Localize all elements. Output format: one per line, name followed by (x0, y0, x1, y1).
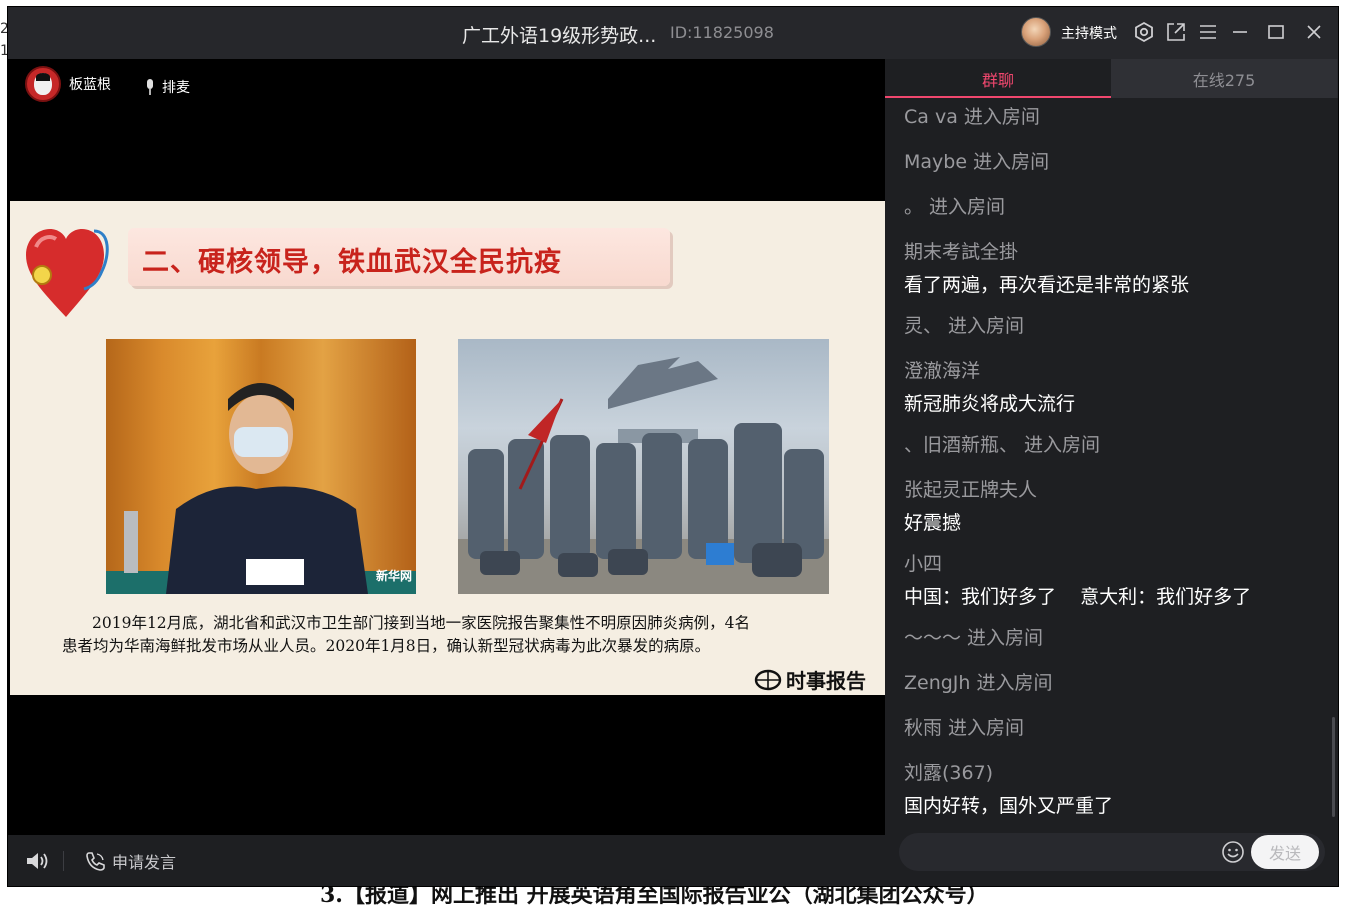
microphone-icon (147, 79, 153, 95)
chat-scrollbar[interactable] (1332, 717, 1335, 817)
chat-message-user: 。 进入房间 (904, 196, 1006, 218)
settings-icon[interactable] (1132, 20, 1156, 44)
chat-message-user: 刘露(367) (904, 762, 994, 784)
chat-message-user: 澄澈海洋 (904, 360, 981, 382)
chat-message-user: 、旧酒新瓶、 进入房间 (904, 434, 1101, 456)
slide-photo-meeting: 新华网 (106, 339, 416, 594)
slide-title: 二、硬核领导，铁血武汉全民抗疫 (142, 247, 562, 278)
chat-message-text: 看了两遍，再次看还是非常的紧张 (904, 274, 1190, 296)
chat-input-box: 发送 (899, 833, 1325, 871)
chat-message: ZengJh 进入房间 (904, 668, 1324, 695)
chat-message: 澄澈海洋 新冠肺炎将成大流行 (904, 356, 1324, 416)
menu-icon[interactable] (1196, 20, 1220, 44)
chat-input[interactable] (913, 839, 1213, 865)
chat-message: 、旧酒新瓶、 进入房间 (904, 430, 1324, 457)
popout-icon[interactable] (1164, 20, 1188, 44)
presentation-slide: 二、硬核领导，铁血武汉全民抗疫 新华网 2019年12月底，湖北省和武汉市卫生部… (10, 201, 885, 695)
chat-message: 期末考試全掛 看了两遍，再次看还是非常的紧张 (904, 237, 1324, 297)
chat-message: 。 进入房间 (904, 192, 1324, 219)
phone-icon (86, 852, 105, 871)
chat-message-text: 中国：我们好多了 意大利：我们好多了 (904, 586, 1252, 608)
chat-message-text: 国内好转，国外又严重了 (904, 795, 1114, 817)
chat-message: Maybe 进入房间 (904, 147, 1324, 174)
minimize-icon[interactable] (1228, 20, 1252, 44)
slide-title-box: 二、硬核领导，铁血武汉全民抗疫 (128, 228, 670, 286)
title-bar[interactable]: 广工外语19级形势政... ID:11825098 主持模式 (8, 7, 1338, 59)
chat-message-user: 灵、 进入房间 (904, 315, 1025, 337)
chat-panel: 群聊 在线275 Ca va 进入房间 Maybe 进入房间 。 进入房间 期末… (885, 59, 1338, 886)
tab-online[interactable]: 在线275 (1111, 59, 1337, 98)
control-divider (63, 851, 64, 871)
chat-message: 秋雨 进入房间 (904, 713, 1324, 740)
chat-message-user: ZengJh 进入房间 (904, 672, 1053, 694)
video-stage: 板蓝根 排麦 二、硬核领导，铁血武汉全民抗疫 新华网 2019年12月底，湖北省… (8, 59, 885, 835)
chat-message: 小四 中国：我们好多了 意大利：我们好多了 (904, 549, 1324, 609)
close-icon[interactable] (1302, 20, 1326, 44)
slide-caption-line-1: 2019年12月底，湖北省和武汉市卫生部门接到当地一家医院报告聚集性不明原因肺炎… (92, 614, 751, 632)
control-bar: 申请发言 (8, 835, 885, 886)
slide-photo-medics (458, 339, 829, 594)
chat-message-text: 好震撼 (904, 512, 962, 534)
room-id: ID:11825098 (670, 23, 774, 42)
queue-mic-label: 排麦 (162, 80, 190, 96)
chat-message-user: 期末考試全掛 (904, 241, 1019, 263)
tab-group-chat[interactable]: 群聊 (885, 59, 1111, 98)
chat-message-user: Maybe 进入房间 (904, 151, 1050, 173)
chat-message-user: ～～～ 进入房间 (904, 627, 1044, 649)
globe-logo-icon (754, 669, 782, 690)
host-badge[interactable]: 板蓝根 (25, 66, 111, 102)
host-badge-avatar (25, 66, 61, 102)
request-speak-label: 申请发言 (112, 853, 177, 872)
heart-stethoscope-icon (26, 229, 109, 317)
slide-logo-text: 时事报告 (786, 669, 866, 693)
chat-message-user: 张起灵正牌夫人 (904, 479, 1038, 501)
slide-caption: 2019年12月底，湖北省和武汉市卫生部门接到当地一家医院报告聚集性不明原因肺炎… (62, 612, 862, 658)
chat-message-user: 小四 (904, 553, 943, 575)
chat-message-user: Ca va 进入房间 (904, 106, 1040, 128)
slide-caption-line-2: 患者均为华南海鲜批发市场从业人员。2020年1月8日，确认新型冠状病毒为此次暴发… (62, 637, 711, 655)
chat-message-text: 新冠肺炎将成大流行 (904, 393, 1076, 415)
photo-watermark: 新华网 (375, 569, 412, 583)
maximize-icon[interactable] (1264, 20, 1288, 44)
host-avatar[interactable] (1021, 17, 1051, 47)
volume-icon[interactable] (24, 849, 50, 877)
chat-message: 刘露(367) 国内好转，国外又严重了 (904, 758, 1324, 818)
chat-message: 灵、 进入房间 (904, 311, 1324, 338)
chat-tabs: 群聊 在线275 (885, 59, 1338, 98)
window-title: 广工外语19级形势政... (462, 25, 657, 47)
host-name: 板蓝根 (69, 77, 111, 93)
host-mode-label[interactable]: 主持模式 (1061, 23, 1117, 43)
chat-message-user: 秋雨 进入房间 (904, 717, 1025, 739)
chat-message-list[interactable]: Ca va 进入房间 Maybe 进入房间 。 进入房间 期末考試全掛 看了两遍… (904, 98, 1324, 828)
request-speak-button[interactable]: 申请发言 (84, 849, 176, 873)
slide-logo: 时事报告 (754, 665, 866, 694)
chat-message: Ca va 进入房间 (904, 102, 1324, 129)
emoji-icon[interactable] (1221, 840, 1245, 868)
send-button[interactable]: 发送 (1251, 835, 1319, 869)
chat-message: ～～～ 进入房间 (904, 623, 1324, 650)
chat-message: 张起灵正牌夫人 好震撼 (904, 475, 1324, 535)
queue-mic-button[interactable]: 排麦 (144, 77, 190, 97)
app-window: 广工外语19级形势政... ID:11825098 主持模式 板蓝根 排麦 二、… (7, 6, 1339, 887)
